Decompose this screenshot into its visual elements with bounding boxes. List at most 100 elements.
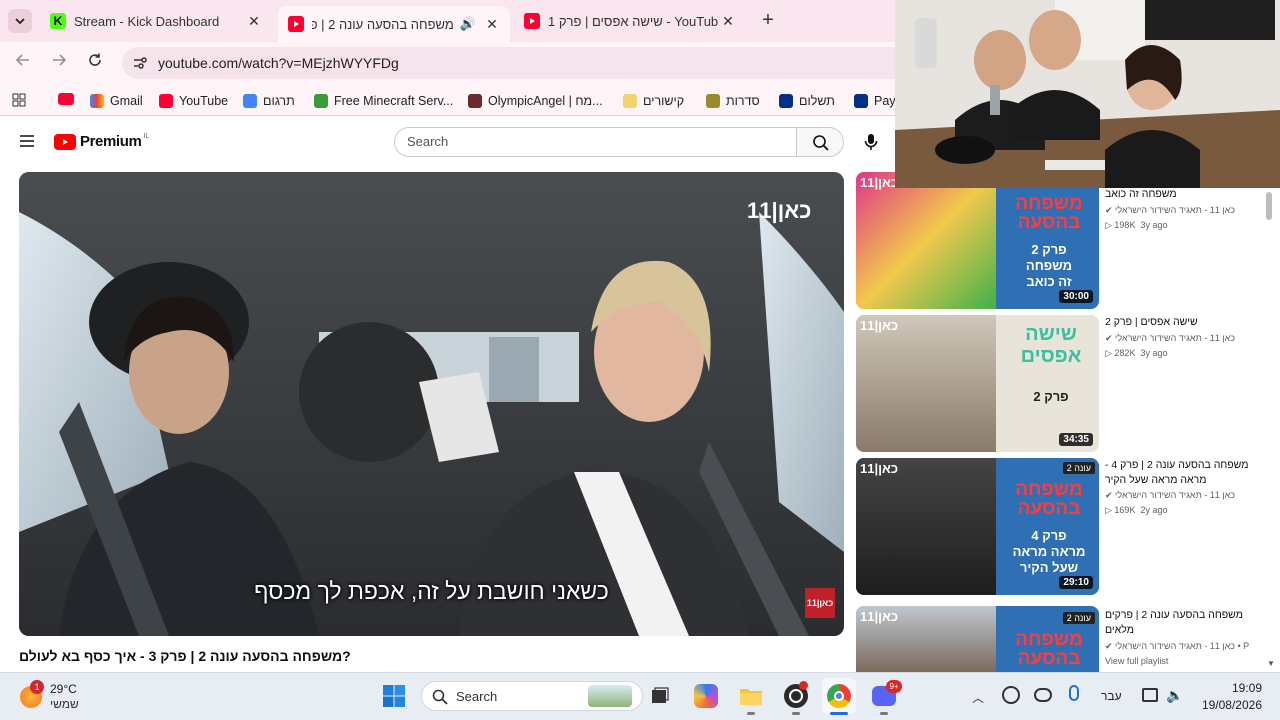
bookmark-paypal[interactable]: Payl	[854, 92, 898, 110]
input-language[interactable]: עבר	[1101, 689, 1122, 703]
recommended-thumbnail[interactable]: כאן|11 שישה אפסים פרק 2 34:35	[856, 315, 1099, 452]
star-icon	[623, 94, 637, 108]
channel-watermark: כאן|11	[860, 318, 899, 333]
bookmark-olympicangel[interactable]: OlympicAngel | מח...	[468, 92, 603, 110]
search-button[interactable]	[796, 127, 844, 157]
verified-icon: ✔	[1105, 490, 1116, 500]
channel-name[interactable]: ✔ כאן 11 - תאגיד השידור הישראלי	[1105, 490, 1265, 501]
tab-kick-dashboard[interactable]: K Stream - Kick Dashboard ✕	[40, 6, 272, 36]
taskbar-search[interactable]: Search	[421, 681, 643, 711]
scrollbar-thumb[interactable]	[1266, 192, 1272, 220]
clock[interactable]: 19:09 19/08/2026	[1196, 681, 1262, 712]
thumbnail-text: משפחה בהסעה	[1015, 193, 1083, 233]
copilot-button[interactable]	[694, 684, 718, 708]
windows-logo-icon	[383, 685, 405, 707]
running-app-indicator	[880, 712, 888, 715]
thumbnail-text: פרק 2	[1033, 389, 1069, 404]
season-badge: עונה 2	[1062, 462, 1095, 474]
youtube-logo-icon	[54, 133, 76, 150]
video-meta: ▷ 169K 2y ago	[1105, 505, 1168, 515]
youtube-premium-logo[interactable]: Premium IL	[54, 133, 149, 150]
start-button[interactable]	[382, 684, 406, 708]
tab-shisha-afasim[interactable]: שישה אפסים | פרק 1 - YouTube ✕	[514, 6, 746, 36]
playlist-thumbnail[interactable]: כאן|11 עונה 2 משפחה בהסעה	[856, 606, 1099, 672]
close-tab-icon[interactable]: ✕	[718, 13, 738, 30]
scroll-down-arrow-icon[interactable]: ▼	[1267, 659, 1275, 668]
paypal-icon	[854, 94, 868, 108]
new-tab-button[interactable]: +	[758, 10, 778, 30]
voice-search-button[interactable]	[855, 127, 887, 157]
bookmark-links[interactable]: קישורים	[623, 92, 684, 110]
recommended-title[interactable]: משפחה בהסעה עונה 2 | פרק 4 - מראה מראה ש…	[1105, 458, 1265, 488]
address-bar[interactable]: youtube.com/watch?v=MEjzhWYYFDg	[122, 47, 912, 79]
youtube-bookmark-icon[interactable]	[58, 93, 74, 105]
video-player[interactable]: כאן|11 כשאני חושבת על זה, אכפת לך מכסף כ…	[19, 172, 844, 636]
verified-icon: ✔	[1105, 333, 1116, 343]
bookmark-label: תשלום	[799, 94, 835, 108]
folder-icon	[740, 689, 762, 705]
thumbnail-person	[856, 172, 996, 309]
file-explorer-button[interactable]	[739, 686, 763, 706]
playlist-title[interactable]: משפחה בהסעה עונה 2 | פרקים מלאים	[1105, 608, 1265, 638]
show-hidden-icons-button[interactable]: ︿	[972, 689, 984, 706]
recommended-thumbnail[interactable]: כאן|11 עונה 2 משפחה בהסעה פרק 4 מראה מראה ש…	[856, 458, 1099, 595]
back-button[interactable]	[12, 52, 34, 74]
apps-grid-icon[interactable]	[12, 93, 26, 107]
tab-current-video[interactable]: משפחה בהסעה עונה 2 | פר 🔊 ✕	[278, 6, 510, 42]
close-tab-icon[interactable]: ✕	[244, 13, 264, 30]
chrome-button[interactable]	[822, 678, 856, 714]
reload-button[interactable]	[84, 52, 106, 74]
speaker-icon[interactable]: 🔊	[460, 16, 476, 32]
view-full-playlist-link[interactable]: View full playlist	[1105, 656, 1168, 666]
bookmark-gmail[interactable]: Gmail	[90, 92, 143, 110]
network-icon[interactable]	[1142, 688, 1158, 702]
youtube-icon	[288, 16, 304, 32]
duration-badge: 30:00	[1059, 290, 1093, 303]
discord-button[interactable]: 9+	[872, 680, 902, 706]
bookmark-payment[interactable]: תשלום	[779, 92, 835, 110]
bookmarks-bar: Gmail YouTube תרגום Free Minecraft Serv.…	[0, 84, 898, 116]
play-icon: ▷	[1105, 348, 1115, 358]
weather-widget[interactable]: 1 29°C שמשי	[20, 680, 120, 714]
obs-button[interactable]	[784, 681, 808, 708]
tab-title: משפחה בהסעה עונה 2 | פר	[312, 16, 454, 32]
menu-button[interactable]	[19, 134, 35, 148]
search-input[interactable]: Search	[394, 127, 797, 157]
bookmark-series[interactable]: סדרות	[706, 92, 760, 110]
scrollbar[interactable]	[1266, 190, 1274, 670]
tab-list-button[interactable]	[8, 9, 32, 33]
recording-dot-icon	[799, 681, 808, 690]
logo-text: Premium	[80, 133, 142, 150]
kick-icon: K	[50, 13, 66, 29]
recommended-thumbnail[interactable]: כאן|11 משפחה בהסעה פרק 2 משפחה זה כואב 30:0…	[856, 172, 1099, 309]
translate-icon	[243, 94, 257, 108]
bookmark-label: קישורים	[643, 94, 685, 108]
reload-icon	[89, 53, 101, 66]
search-icon	[432, 689, 448, 705]
recommended-title[interactable]: משפחה זה כואב	[1105, 187, 1265, 202]
url-text: youtube.com/watch?v=MEjzhWYYFDg	[158, 55, 399, 71]
bookmark-youtube[interactable]: YouTube	[159, 92, 228, 110]
task-view-button[interactable]	[650, 686, 670, 706]
channel-name[interactable]: ✔ כאן 11 - תאגיד השידור הישראלי	[1105, 205, 1265, 216]
recommended-title[interactable]: שישה אפסים | פרק 2	[1105, 315, 1265, 330]
cloud-off-icon[interactable]	[1034, 688, 1052, 702]
close-tab-icon[interactable]: ✕	[482, 16, 502, 33]
video-frame	[19, 172, 844, 636]
bookmark-minecraft[interactable]: Free Minecraft Serv...	[314, 92, 453, 110]
channel-name[interactable]: ✔ כאן 11 - תאגיד השידור הישראלי	[1105, 333, 1265, 344]
weather-badge: 1	[30, 680, 44, 694]
sync-icon[interactable]	[1002, 686, 1020, 704]
channel-watermark: כאן|11	[747, 198, 812, 223]
arrow-left-icon	[15, 54, 29, 66]
site-info-icon[interactable]	[132, 55, 148, 71]
channel-name[interactable]: ✔ כאן 11 - תאגיד השידור הישראלי • P	[1105, 641, 1265, 652]
paypal-icon	[779, 94, 793, 108]
microphone-icon[interactable]	[1069, 685, 1079, 701]
running-app-indicator	[747, 712, 755, 715]
bookmark-translate[interactable]: תרגום	[243, 92, 295, 110]
logo-region: IL	[143, 133, 150, 140]
weather-desc: שמשי	[50, 697, 79, 711]
forward-button[interactable]	[48, 52, 70, 74]
volume-icon[interactable]: 🔈	[1166, 687, 1183, 704]
